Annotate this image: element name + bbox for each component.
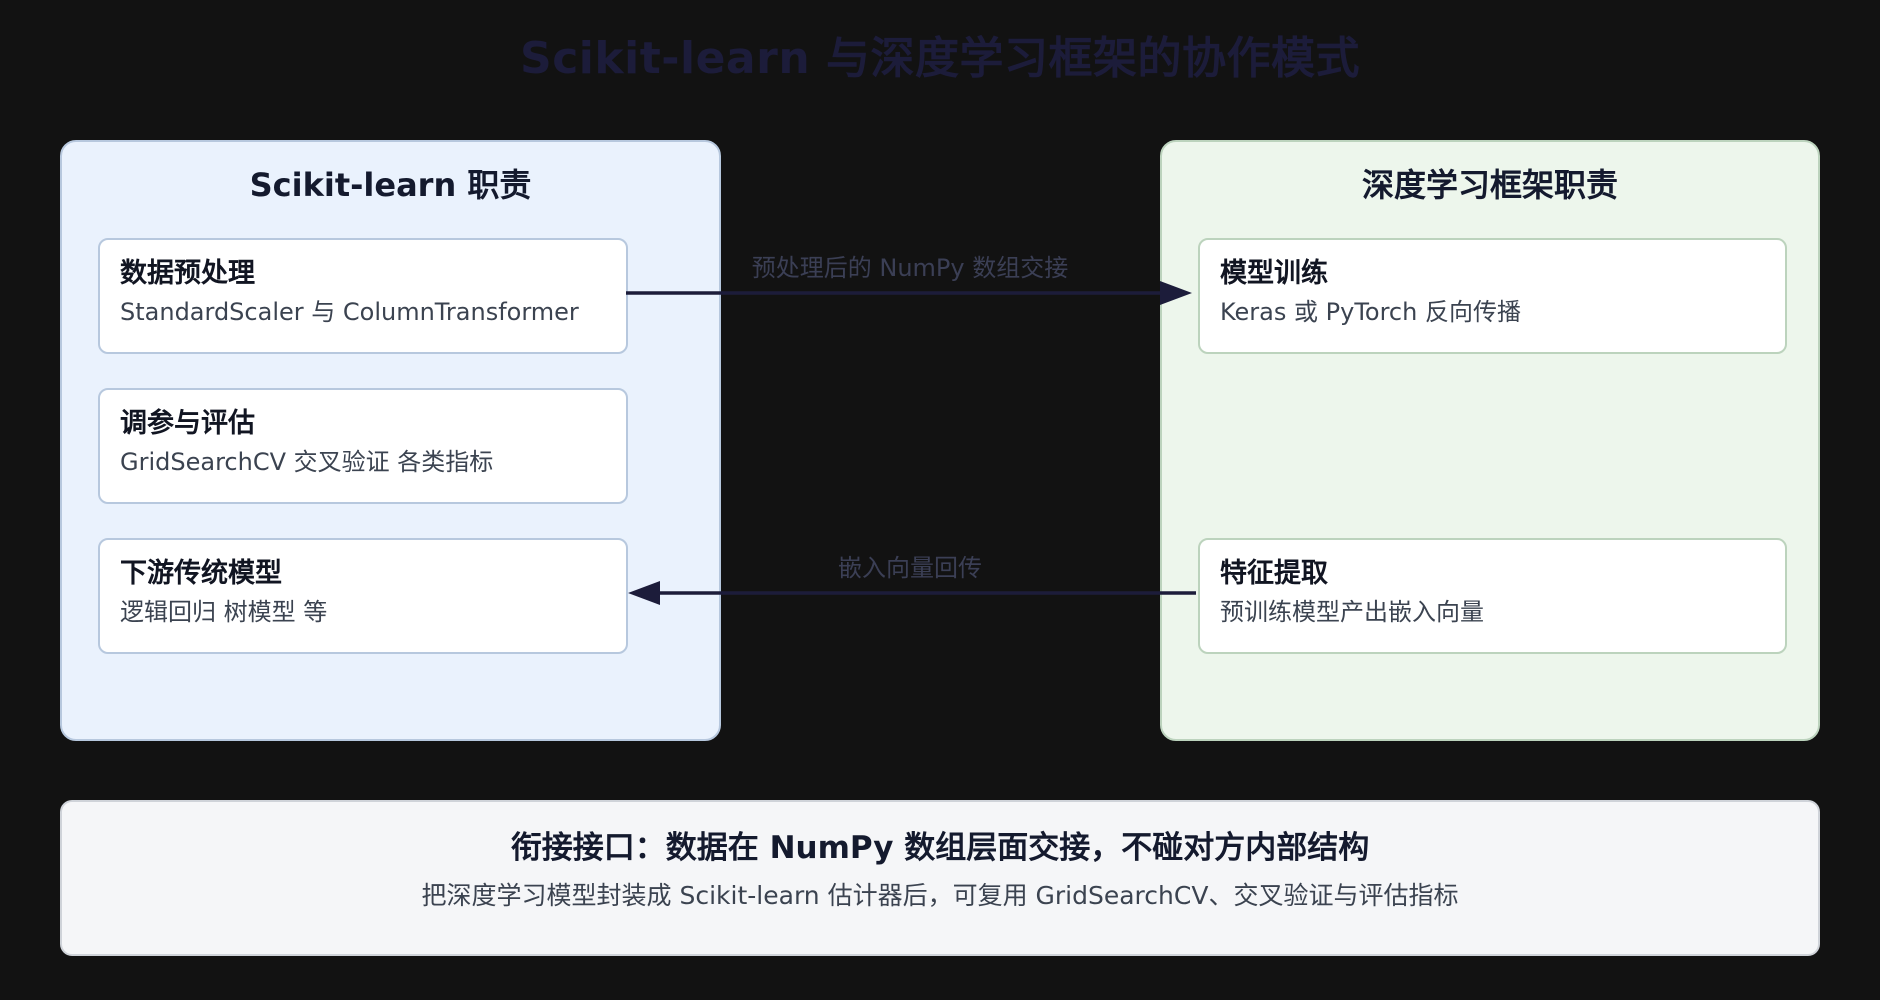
backward-arrowhead [628, 581, 660, 605]
interface-summary-title: 衔接接口：数据在 NumPy 数组层面交接，不碰对方内部结构 [510, 830, 1370, 866]
forward-arrowhead [1160, 281, 1192, 305]
backward-arrow-label: 嵌入向量回传 [838, 554, 982, 582]
interface-summary-box: 衔接接口：数据在 NumPy 数组层面交接，不碰对方内部结构 把深度学习模型封装… [60, 800, 1820, 956]
forward-arrow-label: 预处理后的 NumPy 数组交接 [751, 254, 1069, 282]
interface-summary-desc: 把深度学习模型封装成 Scikit-learn 估计器后，可复用 GridSea… [421, 881, 1459, 910]
